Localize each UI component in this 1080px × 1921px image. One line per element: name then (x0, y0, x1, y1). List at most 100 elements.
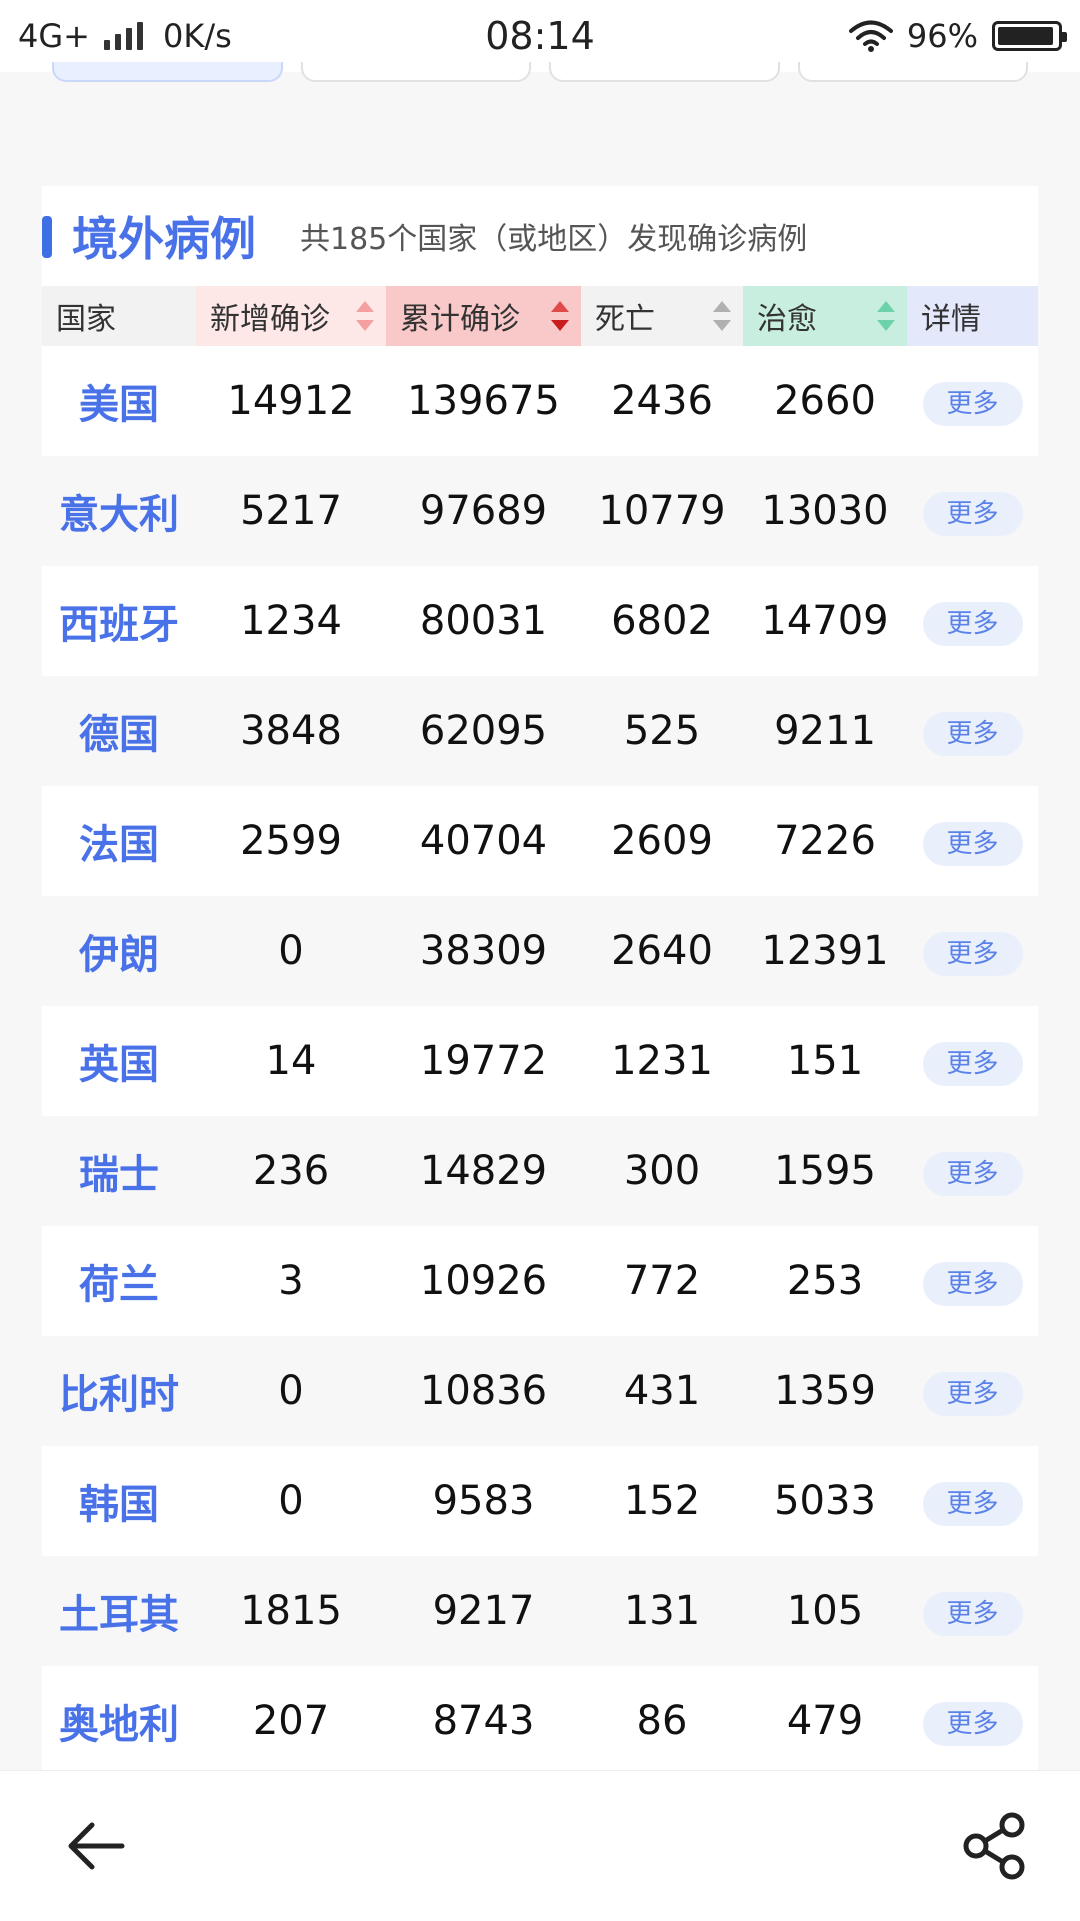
country-name: 美国 (79, 382, 159, 428)
back-arrow-icon[interactable] (62, 1811, 132, 1881)
status-right: 96% (848, 17, 1067, 55)
more-button[interactable]: 更多 (922, 492, 1023, 536)
details-cell: 更多 (907, 1036, 1038, 1086)
sort-arrows-icon[interactable] (551, 301, 569, 331)
network-type: 4G+ (18, 17, 90, 55)
table-cell: 1359 (774, 1368, 876, 1414)
battery-icon (992, 21, 1067, 51)
details-cell: 更多 (907, 1476, 1038, 1526)
table-cell: 1815 (240, 1588, 342, 1634)
country-name: 法国 (79, 822, 159, 868)
more-button[interactable]: 更多 (922, 932, 1023, 976)
more-button[interactable]: 更多 (922, 1482, 1023, 1526)
table-row: 奥地利 207 8743 86 479 更多 (42, 1666, 1038, 1770)
country-name: 西班牙 (59, 602, 179, 648)
table-row: 土耳其 1815 9217 131 105 更多 (42, 1556, 1038, 1666)
more-button[interactable]: 更多 (922, 1262, 1023, 1306)
more-button[interactable]: 更多 (922, 712, 1023, 756)
sort-arrows-icon[interactable] (877, 301, 895, 331)
column-header-label: 新增确诊 (210, 302, 330, 337)
top-tab-3[interactable] (549, 62, 780, 82)
top-tab-4[interactable] (797, 62, 1028, 82)
column-header-4[interactable]: 治愈 (743, 286, 907, 346)
column-header-1[interactable]: 新增确诊 (196, 286, 386, 346)
table-cell: 97689 (419, 488, 548, 534)
table-row: 法国 2599 40704 2609 7226 更多 (42, 786, 1038, 896)
table-cell: 9211 (774, 708, 876, 754)
more-button[interactable]: 更多 (922, 822, 1023, 866)
details-cell: 更多 (907, 486, 1038, 536)
table-row: 荷兰 3 10926 772 253 更多 (42, 1226, 1038, 1336)
top-tab-2[interactable] (300, 62, 531, 82)
table-row: 意大利 5217 97689 10779 13030 更多 (42, 456, 1038, 566)
table-cell: 2660 (774, 378, 876, 424)
more-button[interactable]: 更多 (922, 1372, 1023, 1416)
column-header-5: 详情 (907, 286, 1038, 346)
table-cell: 2609 (611, 818, 713, 864)
table-row: 比利时 0 10836 431 1359 更多 (42, 1336, 1038, 1446)
table-cell: 207 (252, 1698, 330, 1744)
table-cell: 253 (786, 1258, 864, 1304)
table-cell: 2640 (611, 928, 713, 974)
details-cell: 更多 (907, 596, 1038, 646)
section-accent-bar (42, 216, 52, 258)
table-cell: 40704 (419, 818, 548, 864)
column-header-3[interactable]: 死亡 (581, 286, 743, 346)
table-cell: 12391 (761, 928, 889, 974)
table-cell: 9217 (432, 1588, 535, 1634)
overseas-cases-card: 境外病例 共185个国家（或地区）发现确诊病例 国家 新增确诊 累计确诊 死亡 治愈 详情… (42, 186, 1038, 1770)
country-name: 德国 (79, 712, 159, 758)
table-cell: 7226 (774, 818, 876, 864)
table-cell: 14912 (227, 378, 355, 424)
share-icon[interactable] (960, 1811, 1030, 1881)
bottom-bar (0, 1770, 1080, 1921)
column-header-2[interactable]: 累计确诊 (386, 286, 581, 346)
table-row: 韩国 0 9583 152 5033 更多 (42, 1446, 1038, 1556)
table-cell: 80031 (419, 598, 548, 644)
table-header: 国家 新增确诊 累计确诊 死亡 治愈 详情 (42, 286, 1038, 346)
table-cell: 431 (623, 1368, 701, 1414)
country-name: 奥地利 (59, 1702, 179, 1748)
more-button[interactable]: 更多 (922, 602, 1023, 646)
table-cell: 9583 (432, 1478, 535, 1524)
network-speed: 0K/s (162, 17, 232, 55)
table-cell: 139675 (407, 378, 560, 424)
more-button[interactable]: 更多 (922, 1152, 1023, 1196)
table-cell: 236 (252, 1148, 330, 1194)
table-cell: 525 (623, 708, 701, 754)
table-cell: 14 (265, 1038, 317, 1084)
more-button[interactable]: 更多 (922, 1592, 1023, 1636)
country-name: 意大利 (59, 492, 179, 538)
table-cell: 105 (786, 1588, 864, 1634)
table-cell: 10779 (598, 488, 726, 534)
table-cell: 3 (278, 1258, 304, 1304)
sort-arrows-icon[interactable] (713, 301, 731, 331)
more-button[interactable]: 更多 (922, 1042, 1023, 1086)
country-name: 英国 (79, 1042, 159, 1088)
more-button[interactable]: 更多 (922, 1702, 1023, 1746)
country-name: 荷兰 (79, 1262, 159, 1308)
signal-icon (103, 22, 143, 50)
table-cell: 1231 (611, 1038, 713, 1084)
table-row: 英国 14 19772 1231 151 更多 (42, 1006, 1038, 1116)
top-tab-1[interactable] (52, 62, 283, 82)
sort-arrows-icon[interactable] (356, 301, 374, 331)
table-row: 伊朗 0 38309 2640 12391 更多 (42, 896, 1038, 1006)
battery-percent: 96% (906, 17, 978, 55)
table-cell: 151 (786, 1038, 864, 1084)
table-row: 西班牙 1234 80031 6802 14709 更多 (42, 566, 1038, 676)
more-button[interactable]: 更多 (922, 382, 1023, 426)
table-cell: 8743 (432, 1698, 535, 1744)
table-cell: 0 (278, 1478, 304, 1524)
table-body: 美国 14912 139675 2436 2660 更多 意大利 5217 97689 10779… (42, 346, 1038, 1770)
table-cell: 1595 (774, 1148, 876, 1194)
table-cell: 13030 (761, 488, 889, 534)
table-cell: 86 (636, 1698, 688, 1744)
table-row: 瑞士 236 14829 300 1595 更多 (42, 1116, 1038, 1226)
details-cell: 更多 (907, 1366, 1038, 1416)
table-cell: 772 (623, 1258, 701, 1304)
column-header-label: 治愈 (757, 302, 817, 337)
table-cell: 10836 (419, 1368, 548, 1414)
table-cell: 2599 (240, 818, 342, 864)
column-header-label: 死亡 (595, 302, 655, 337)
